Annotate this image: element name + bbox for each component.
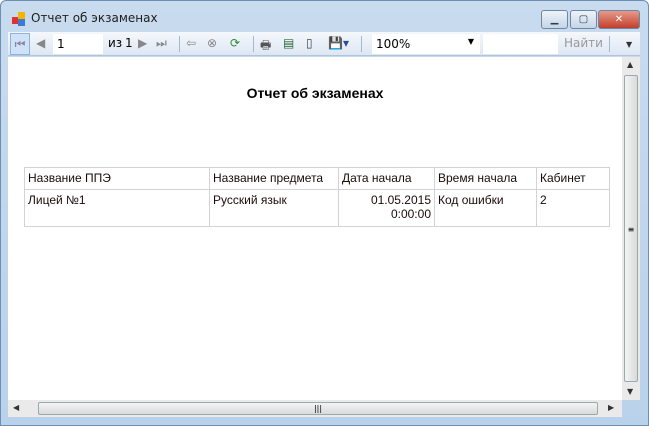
cell-ppe: Лицей №1 [24,189,210,227]
cell-room: 2 [536,189,610,227]
column-header: Время начала [434,167,537,190]
stop-icon[interactable]: ⊗ [207,36,217,52]
window-title: Отчет об экзаменах [31,11,158,25]
close-button[interactable]: ✕ [598,10,640,29]
table-row: Лицей №1 Русский язык 01.05.2015 0:00:00… [24,189,610,227]
cell-start-date: 01.05.2015 0:00:00 [338,189,435,227]
zoom-value: 100% [376,37,411,51]
report-title: Отчет об экзаменах [246,85,384,101]
horizontal-scroll-thumb[interactable]: ||| [38,402,598,415]
search-input[interactable] [483,34,558,54]
exam-table: Название ППЭ Название предмета Дата нача… [24,167,610,227]
back-icon[interactable]: ⇦ [186,36,196,52]
print-icon[interactable]: 🖶 [260,36,271,52]
vertical-scroll-thumb[interactable]: ≡ [624,75,638,382]
print-layout-icon[interactable]: ▤ [283,36,294,52]
page-input[interactable]: 1 [53,34,103,54]
of-label: из [108,36,123,50]
horizontal-scrollbar[interactable]: ◀ ||| ▶ [8,400,622,417]
column-header: Название предмета [209,167,339,190]
total-pages: 1 [125,36,133,50]
column-header: Дата начала [338,167,435,190]
vertical-scrollbar[interactable]: ▲ ≡ ▼ [622,57,640,400]
report-viewer: Отчет об экзаменах Название ППЭ Название… [8,57,622,400]
column-header: Название ППЭ [24,167,210,190]
scroll-up-icon[interactable]: ▲ [627,60,633,69]
zoom-select[interactable]: 100% ▼ [372,34,480,54]
chevron-down-icon: ▼ [467,37,474,46]
scroll-down-icon[interactable]: ▼ [627,387,633,396]
column-header: Кабинет [536,167,610,190]
page-setup-icon[interactable]: ▯ [306,36,313,52]
cell-subject: Русский язык [209,189,339,227]
last-page-icon[interactable]: ⏭ [156,36,167,52]
minimize-button[interactable]: ▁ [541,10,568,29]
previous-page-icon[interactable]: ◀ [36,36,45,52]
overflow-icon[interactable]: ▼ [626,40,632,56]
cell-start-time: Код ошибки [434,189,537,227]
next-page-icon[interactable]: ▶ [138,36,147,52]
export-icon[interactable]: 💾▾ [328,36,349,52]
refresh-icon[interactable]: ⟳ [230,36,240,52]
table-header-row: Название ППЭ Название предмета Дата нача… [24,167,610,190]
report-toolbar: ⏮ ◀ 1 из 1 ▶ ⏭ ⇦ ⊗ ⟳ 🖶 ▤ ▯ 💾▾ 100% ▼ Найт… [8,32,640,56]
find-button[interactable]: Найти [564,36,603,52]
scroll-right-icon[interactable]: ▶ [608,403,614,412]
maximize-button[interactable]: ▢ [570,10,597,29]
scroll-left-icon[interactable]: ◀ [13,403,19,412]
first-page-icon[interactable]: ⏮ [10,33,30,55]
app-icon [12,12,26,26]
